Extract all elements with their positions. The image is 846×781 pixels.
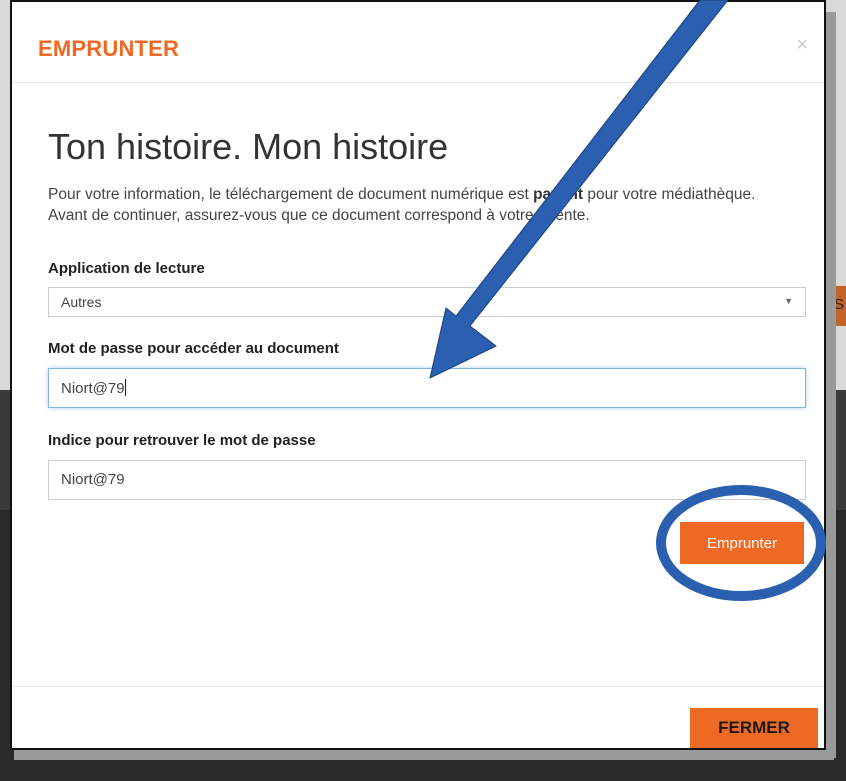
close-button[interactable]: FERMER (690, 708, 818, 748)
modal-title: EMPRUNTER (38, 36, 180, 61)
info-line2: Avant de continuer, assurez-vous que ce … (48, 207, 590, 224)
reading-app-value: Autres (61, 294, 102, 310)
text-caret (124, 379, 126, 396)
borrow-button[interactable]: Emprunter (680, 522, 804, 564)
password-label: Mot de passe pour accéder au document (48, 340, 339, 357)
info-line1-prefix: Pour votre information, le téléchargemen… (48, 186, 534, 203)
hint-value: Niort@79 (61, 471, 125, 488)
document-title: Ton histoire. Mon histoire (48, 126, 449, 167)
info-text: Pour votre information, le téléchargemen… (48, 184, 768, 226)
footer-divider (12, 686, 824, 687)
hint-label: Indice pour retrouver le mot de passe (48, 432, 316, 449)
info-line1-suffix: pour votre médiathèque. (583, 186, 756, 203)
borrow-modal: EMPRUNTER × Ton histoire. Mon histoire P… (10, 0, 826, 750)
close-icon[interactable]: × (796, 34, 808, 57)
password-input[interactable]: Niort@79 (48, 368, 806, 408)
reading-app-select[interactable]: Autres ▼ (48, 287, 806, 317)
reading-app-label: Application de lecture (48, 260, 205, 277)
password-value: Niort@79 (61, 380, 125, 397)
chevron-down-icon: ▼ (784, 296, 793, 306)
info-bold: payant (533, 186, 584, 203)
hint-input[interactable]: Niort@79 (48, 460, 806, 500)
modal-header: EMPRUNTER × (12, 2, 824, 83)
